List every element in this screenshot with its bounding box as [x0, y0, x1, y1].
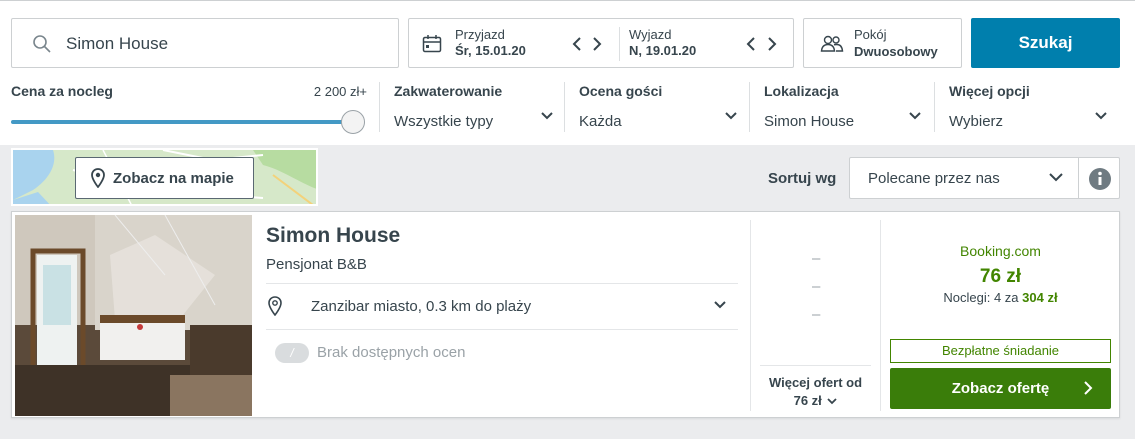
more-offers-price-value: 76 zł	[793, 393, 822, 408]
price-filter-max: 2 200 zł+	[313, 84, 367, 99]
hotel-photo[interactable]	[15, 215, 252, 416]
offer-placeholder: –	[812, 278, 821, 295]
chevron-down-icon	[1049, 173, 1063, 182]
info-icon	[1089, 168, 1111, 190]
chevron-down-icon	[1095, 112, 1107, 120]
checkin-value[interactable]: Śr, 15.01.20	[455, 43, 526, 58]
rooms-label: Pokój	[854, 27, 887, 42]
divider	[880, 220, 881, 411]
hotel-result-card[interactable]: Simon House Pensjonat B&B Zanzibar miast…	[11, 211, 1120, 418]
filter-bar: Cena za nocleg 2 200 zł+ Zakwaterowanie …	[0, 80, 1135, 145]
calendar-icon	[422, 35, 442, 53]
filter-divider	[564, 82, 565, 132]
search-button[interactable]: Szukaj	[971, 18, 1120, 68]
chevron-down-icon	[541, 112, 553, 120]
sort-info-button[interactable]	[1078, 157, 1120, 199]
filter-divider	[379, 82, 380, 132]
divider	[266, 329, 738, 330]
free-breakfast-badge: Bezpłatne śniadanie	[890, 339, 1111, 363]
show-on-map-button[interactable]: Zobacz na mapie	[75, 157, 254, 199]
checkout-label: Wyjazd	[629, 27, 672, 42]
price-slider-track[interactable]	[11, 120, 353, 124]
map-pin-icon	[91, 168, 105, 188]
filter-rating-title: Ocena gości	[579, 83, 663, 99]
filter-divider	[749, 82, 750, 132]
filter-divider	[934, 82, 935, 132]
search-query: Simon House	[66, 34, 169, 53]
price-filter-title: Cena za nocleg	[11, 83, 113, 99]
filter-rating[interactable]: Ocena gości Każda	[579, 83, 739, 130]
rating-badge: /	[275, 343, 309, 363]
date-divider	[619, 27, 620, 61]
offer-placeholder: –	[812, 306, 821, 323]
rooms-value: Dwuosobowy	[854, 44, 938, 59]
divider	[750, 220, 751, 411]
chevron-left-icon[interactable]	[745, 36, 757, 52]
search-bar: Simon House Przyjazd Śr, 15.01.20 Wyjazd…	[0, 0, 1135, 80]
view-deal-button[interactable]: Zobacz ofertę	[890, 368, 1111, 409]
location-pin-icon	[268, 296, 282, 316]
filter-rating-value: Każda	[579, 113, 622, 130]
chevron-left-icon[interactable]	[571, 36, 583, 52]
deal-provider[interactable]: Booking.com	[890, 243, 1111, 259]
offer-placeholder: –	[812, 250, 821, 267]
hotel-photo-image	[15, 215, 252, 416]
more-offers-price[interactable]: 76 zł	[760, 393, 871, 408]
filter-more-options[interactable]: Więcej opcji Wybierz	[949, 83, 1109, 130]
filter-location[interactable]: Lokalizacja Simon House	[764, 83, 924, 130]
date-picker[interactable]: Przyjazd Śr, 15.01.20 Wyjazd N, 19.01.20	[408, 18, 794, 68]
chevron-down-icon	[827, 398, 838, 405]
search-input[interactable]: Simon House	[11, 18, 399, 68]
filter-more-value: Wybierz	[949, 113, 1004, 130]
filter-location-title: Lokalizacja	[764, 83, 839, 99]
checkin-label: Przyjazd	[455, 27, 505, 42]
hotel-name[interactable]: Simon House	[266, 224, 400, 248]
people-icon	[820, 35, 844, 52]
view-deal-label: Zobacz ofertę	[951, 380, 1050, 397]
more-offers-label[interactable]: Więcej ofert od	[760, 375, 871, 390]
sort-select[interactable]: Polecane przez nas	[849, 157, 1079, 199]
sort-label: Sortuj wg	[768, 170, 837, 187]
rating-text: Brak dostępnych ocen	[317, 344, 466, 361]
deal-nights-total: 304 zł	[1022, 290, 1058, 305]
divider	[760, 365, 871, 366]
hotel-location[interactable]: Zanzibar miasto, 0.3 km do plaży	[311, 298, 531, 315]
search-icon	[33, 35, 51, 53]
chevron-down-icon[interactable]	[713, 300, 727, 310]
chevron-right-icon	[1084, 381, 1093, 395]
header: Simon House Przyjazd Śr, 15.01.20 Wyjazd…	[0, 0, 1135, 145]
filter-more-title: Więcej opcji	[949, 83, 1030, 99]
hotel-type: Pensjonat B&B	[266, 256, 367, 273]
rooms-selector[interactable]: Pokój Dwuosobowy	[803, 18, 962, 68]
filter-accommodation[interactable]: Zakwaterowanie Wszystkie typy	[394, 83, 554, 130]
filter-accommodation-value: Wszystkie typy	[394, 113, 494, 130]
chevron-right-icon[interactable]	[766, 36, 778, 52]
price-slider-handle[interactable]	[341, 110, 365, 134]
chevron-down-icon	[725, 112, 737, 120]
divider	[266, 283, 738, 284]
deal-price[interactable]: 76 zł	[890, 266, 1111, 288]
deal-nights: Noclegi: 4 za 304 zł	[890, 290, 1111, 305]
checkout-value[interactable]: N, 19.01.20	[629, 43, 696, 58]
chevron-down-icon	[909, 112, 921, 120]
chevron-right-icon[interactable]	[591, 36, 603, 52]
filter-location-value: Simon House	[764, 113, 855, 130]
show-on-map-label: Zobacz na mapie	[113, 170, 234, 187]
deal-nights-prefix: Noclegi: 4 za	[943, 290, 1019, 305]
sort-value: Polecane przez nas	[868, 170, 1000, 187]
filter-accommodation-title: Zakwaterowanie	[394, 83, 503, 99]
